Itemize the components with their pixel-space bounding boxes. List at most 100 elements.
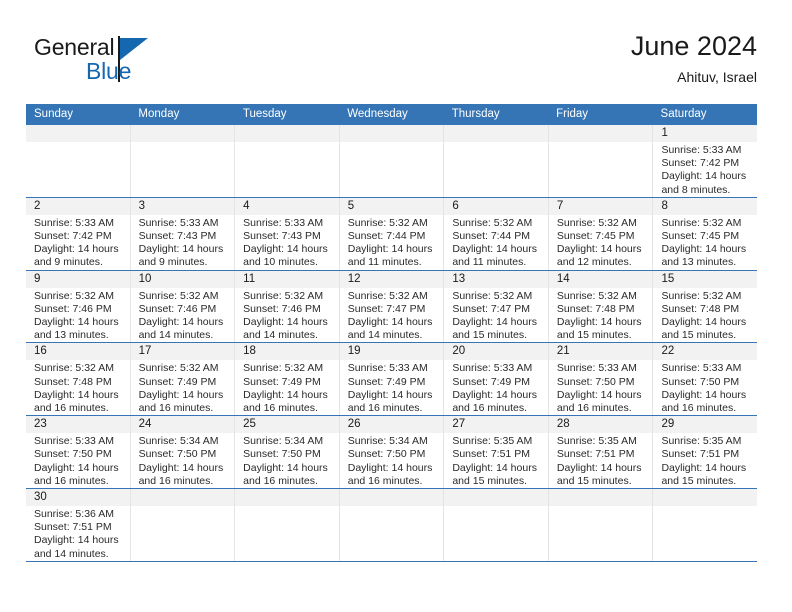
- logo-text-general: General: [34, 34, 115, 60]
- day-cell[interactable]: 17 Sunrise: 5:32 AM Sunset: 7:49 PM Dayligh…: [130, 343, 236, 416]
- day-details: Sunrise: 5:33 AM Sunset: 7:42 PM Daylight:…: [653, 142, 757, 197]
- day-cell[interactable]: 5 Sunrise: 5:32 AM Sunset: 7:44 PM Daylight…: [339, 197, 445, 270]
- daylight-duration-line2: and 16 minutes.: [243, 402, 318, 415]
- day-number: [235, 489, 339, 507]
- sunrise-time: Sunrise: 5:33 AM: [34, 435, 114, 448]
- day-number: 6: [444, 197, 548, 215]
- day-cell[interactable]: 24 Sunrise: 5:34 AM Sunset: 7:50 PM Dayligh…: [130, 416, 236, 489]
- day-number: 16: [26, 343, 130, 361]
- day-details: Sunrise: 5:33 AM Sunset: 7:50 PM Daylight:…: [26, 433, 130, 488]
- location-subtitle: Ahituv, Israel: [677, 69, 757, 85]
- day-number: 22: [653, 343, 758, 361]
- daylight-duration-line2: and 16 minutes.: [138, 474, 214, 487]
- day-number: 26: [339, 416, 444, 434]
- day-cell[interactable]: 14 Sunrise: 5:32 AM Sunset: 7:48 PM Dayligh…: [548, 270, 654, 343]
- daylight-duration-line1: Daylight: 14 hours: [34, 316, 119, 329]
- day-details: Sunrise: 5:33 AM Sunset: 7:49 PM Daylight:…: [340, 360, 444, 415]
- daylight-duration-line2: and 15 minutes.: [661, 474, 737, 487]
- daylight-duration-line1: Daylight: 14 hours: [347, 461, 433, 474]
- sunset-time: Sunset: 7:50 PM: [347, 448, 426, 461]
- daylight-duration-line1: Daylight: 14 hours: [556, 316, 642, 329]
- day-details: Sunrise: 5:33 AM Sunset: 7:49 PM Daylight:…: [444, 360, 548, 415]
- day-cell[interactable]: 23 Sunrise: 5:33 AM Sunset: 7:50 PM Dayligh…: [26, 416, 131, 489]
- sunset-time: Sunset: 7:46 PM: [138, 302, 217, 315]
- sunset-time: Sunset: 7:44 PM: [347, 230, 426, 243]
- day-cell[interactable]: 3 Sunrise: 5:33 AM Sunset: 7:43 PM Daylight…: [130, 197, 236, 270]
- day-cell[interactable]: 9 Sunrise: 5:32 AM Sunset: 7:46 PM Daylight…: [26, 270, 131, 343]
- daylight-duration-line1: Daylight: 14 hours: [556, 461, 642, 474]
- day-cell[interactable]: 19 Sunrise: 5:33 AM Sunset: 7:49 PM Dayligh…: [339, 343, 445, 416]
- day-cell[interactable]: 21 Sunrise: 5:33 AM Sunset: 7:50 PM Dayligh…: [548, 343, 654, 416]
- day-cell[interactable]: 16 Sunrise: 5:32 AM Sunset: 7:48 PM Dayligh…: [26, 343, 131, 416]
- sunset-time: Sunset: 7:48 PM: [661, 302, 740, 315]
- day-number: 15: [653, 270, 758, 288]
- day-cell[interactable]: 30 Sunrise: 5:36 AM Sunset: 7:51 PM Dayligh…: [26, 489, 131, 561]
- day-cell[interactable]: 6 Sunrise: 5:32 AM Sunset: 7:44 PM Daylight…: [444, 197, 549, 270]
- daylight-duration-line1: Daylight: 14 hours: [243, 461, 328, 474]
- day-cell[interactable]: 27 Sunrise: 5:35 AM Sunset: 7:51 PM Dayligh…: [444, 416, 549, 489]
- sunrise-time: Sunrise: 5:36 AM: [34, 508, 114, 521]
- sunrise-time: Sunrise: 5:32 AM: [138, 289, 219, 302]
- day-details: Sunrise: 5:33 AM Sunset: 7:42 PM Daylight:…: [26, 215, 130, 270]
- day-cell[interactable]: 28 Sunrise: 5:35 AM Sunset: 7:51 PM Dayligh…: [548, 416, 654, 489]
- day-cell[interactable]: 22 Sunrise: 5:33 AM Sunset: 7:50 PM Dayligh…: [653, 343, 758, 415]
- weekday-header-saturday: Saturday: [660, 108, 707, 120]
- day-cell-empty: [130, 489, 236, 561]
- day-number: [444, 125, 548, 142]
- sunset-time: Sunset: 7:49 PM: [243, 375, 321, 388]
- day-cell[interactable]: 29 Sunrise: 5:35 AM Sunset: 7:51 PM Dayligh…: [653, 416, 758, 488]
- day-cell[interactable]: 10 Sunrise: 5:32 AM Sunset: 7:46 PM Dayligh…: [130, 270, 236, 343]
- day-cell[interactable]: 13 Sunrise: 5:32 AM Sunset: 7:47 PM Dayligh…: [444, 270, 549, 343]
- day-cell[interactable]: 20 Sunrise: 5:33 AM Sunset: 7:49 PM Dayligh…: [444, 343, 549, 416]
- weekday-header-monday: Monday: [138, 108, 180, 120]
- daylight-duration-line2: and 14 minutes.: [347, 329, 423, 342]
- daylight-duration-line1: Daylight: 14 hours: [556, 243, 642, 256]
- day-number: 17: [130, 343, 235, 361]
- sunset-time: Sunset: 7:48 PM: [34, 375, 112, 388]
- daylight-duration-line1: Daylight: 14 hours: [347, 388, 433, 401]
- week-row: 2 Sunrise: 5:33 AM Sunset: 7:42 PM Daylight…: [26, 196, 758, 270]
- daylight-duration-line2: and 14 minutes.: [243, 329, 318, 342]
- daylight-duration-line2: and 15 minutes.: [556, 474, 632, 487]
- day-details: Sunrise: 5:32 AM Sunset: 7:45 PM Daylight:…: [549, 215, 653, 270]
- daylight-duration-line2: and 15 minutes.: [661, 329, 737, 342]
- daylight-duration-line1: Daylight: 14 hours: [138, 316, 224, 329]
- day-cell[interactable]: 25 Sunrise: 5:34 AM Sunset: 7:50 PM Dayligh…: [235, 416, 340, 489]
- day-details: Sunrise: 5:33 AM Sunset: 7:50 PM Daylight:…: [549, 360, 653, 415]
- sunset-time: Sunset: 7:49 PM: [138, 375, 217, 388]
- general-blue-logo[interactable]: General Blue: [34, 34, 234, 90]
- day-cell-empty: [653, 489, 758, 561]
- day-number: [130, 489, 235, 507]
- sunset-time: Sunset: 7:47 PM: [452, 302, 530, 315]
- daylight-duration-line2: and 13 minutes.: [661, 256, 737, 269]
- daylight-duration-line1: Daylight: 14 hours: [452, 388, 537, 401]
- sunrise-time: Sunrise: 5:33 AM: [347, 362, 428, 375]
- daylight-duration-line1: Daylight: 14 hours: [34, 388, 119, 401]
- daylight-duration-line1: Daylight: 14 hours: [34, 461, 119, 474]
- day-cell[interactable]: 26 Sunrise: 5:34 AM Sunset: 7:50 PM Dayligh…: [339, 416, 445, 489]
- day-details: Sunrise: 5:33 AM Sunset: 7:50 PM Daylight:…: [653, 360, 757, 415]
- day-cell[interactable]: 8 Sunrise: 5:32 AM Sunset: 7:45 PM Daylight…: [653, 197, 758, 270]
- daylight-duration-line2: and 16 minutes.: [138, 402, 214, 415]
- sunset-time: Sunset: 7:46 PM: [34, 302, 112, 315]
- day-cell[interactable]: 12 Sunrise: 5:32 AM Sunset: 7:47 PM Dayligh…: [339, 270, 445, 343]
- sunset-time: Sunset: 7:45 PM: [556, 230, 635, 243]
- sunset-time: Sunset: 7:46 PM: [243, 302, 321, 315]
- day-cell[interactable]: 15 Sunrise: 5:32 AM Sunset: 7:48 PM Dayligh…: [653, 270, 758, 343]
- day-cell[interactable]: 7 Sunrise: 5:32 AM Sunset: 7:45 PM Daylight…: [548, 197, 654, 270]
- day-cell[interactable]: 18 Sunrise: 5:32 AM Sunset: 7:49 PM Dayligh…: [235, 343, 340, 416]
- daylight-duration-line1: Daylight: 14 hours: [138, 243, 224, 256]
- daylight-duration-line1: Daylight: 14 hours: [661, 461, 747, 474]
- day-number: 23: [26, 416, 130, 434]
- day-cell[interactable]: 2 Sunrise: 5:33 AM Sunset: 7:42 PM Daylight…: [26, 197, 131, 270]
- day-cell[interactable]: 1 Sunrise: 5:33 AM Sunset: 7:42 PM Daylight…: [653, 125, 758, 197]
- day-cell[interactable]: 11 Sunrise: 5:32 AM Sunset: 7:46 PM Dayligh…: [235, 270, 340, 343]
- daylight-duration-line2: and 16 minutes.: [347, 474, 423, 487]
- day-number: 3: [130, 197, 235, 215]
- daylight-duration-line1: Daylight: 14 hours: [347, 316, 433, 329]
- day-cell[interactable]: 4 Sunrise: 5:33 AM Sunset: 7:43 PM Daylight…: [235, 197, 340, 270]
- day-number: 25: [235, 416, 339, 434]
- daylight-duration-line1: Daylight: 14 hours: [661, 243, 747, 256]
- daylight-duration-line2: and 16 minutes.: [243, 474, 318, 487]
- triangle-icon: [120, 38, 148, 60]
